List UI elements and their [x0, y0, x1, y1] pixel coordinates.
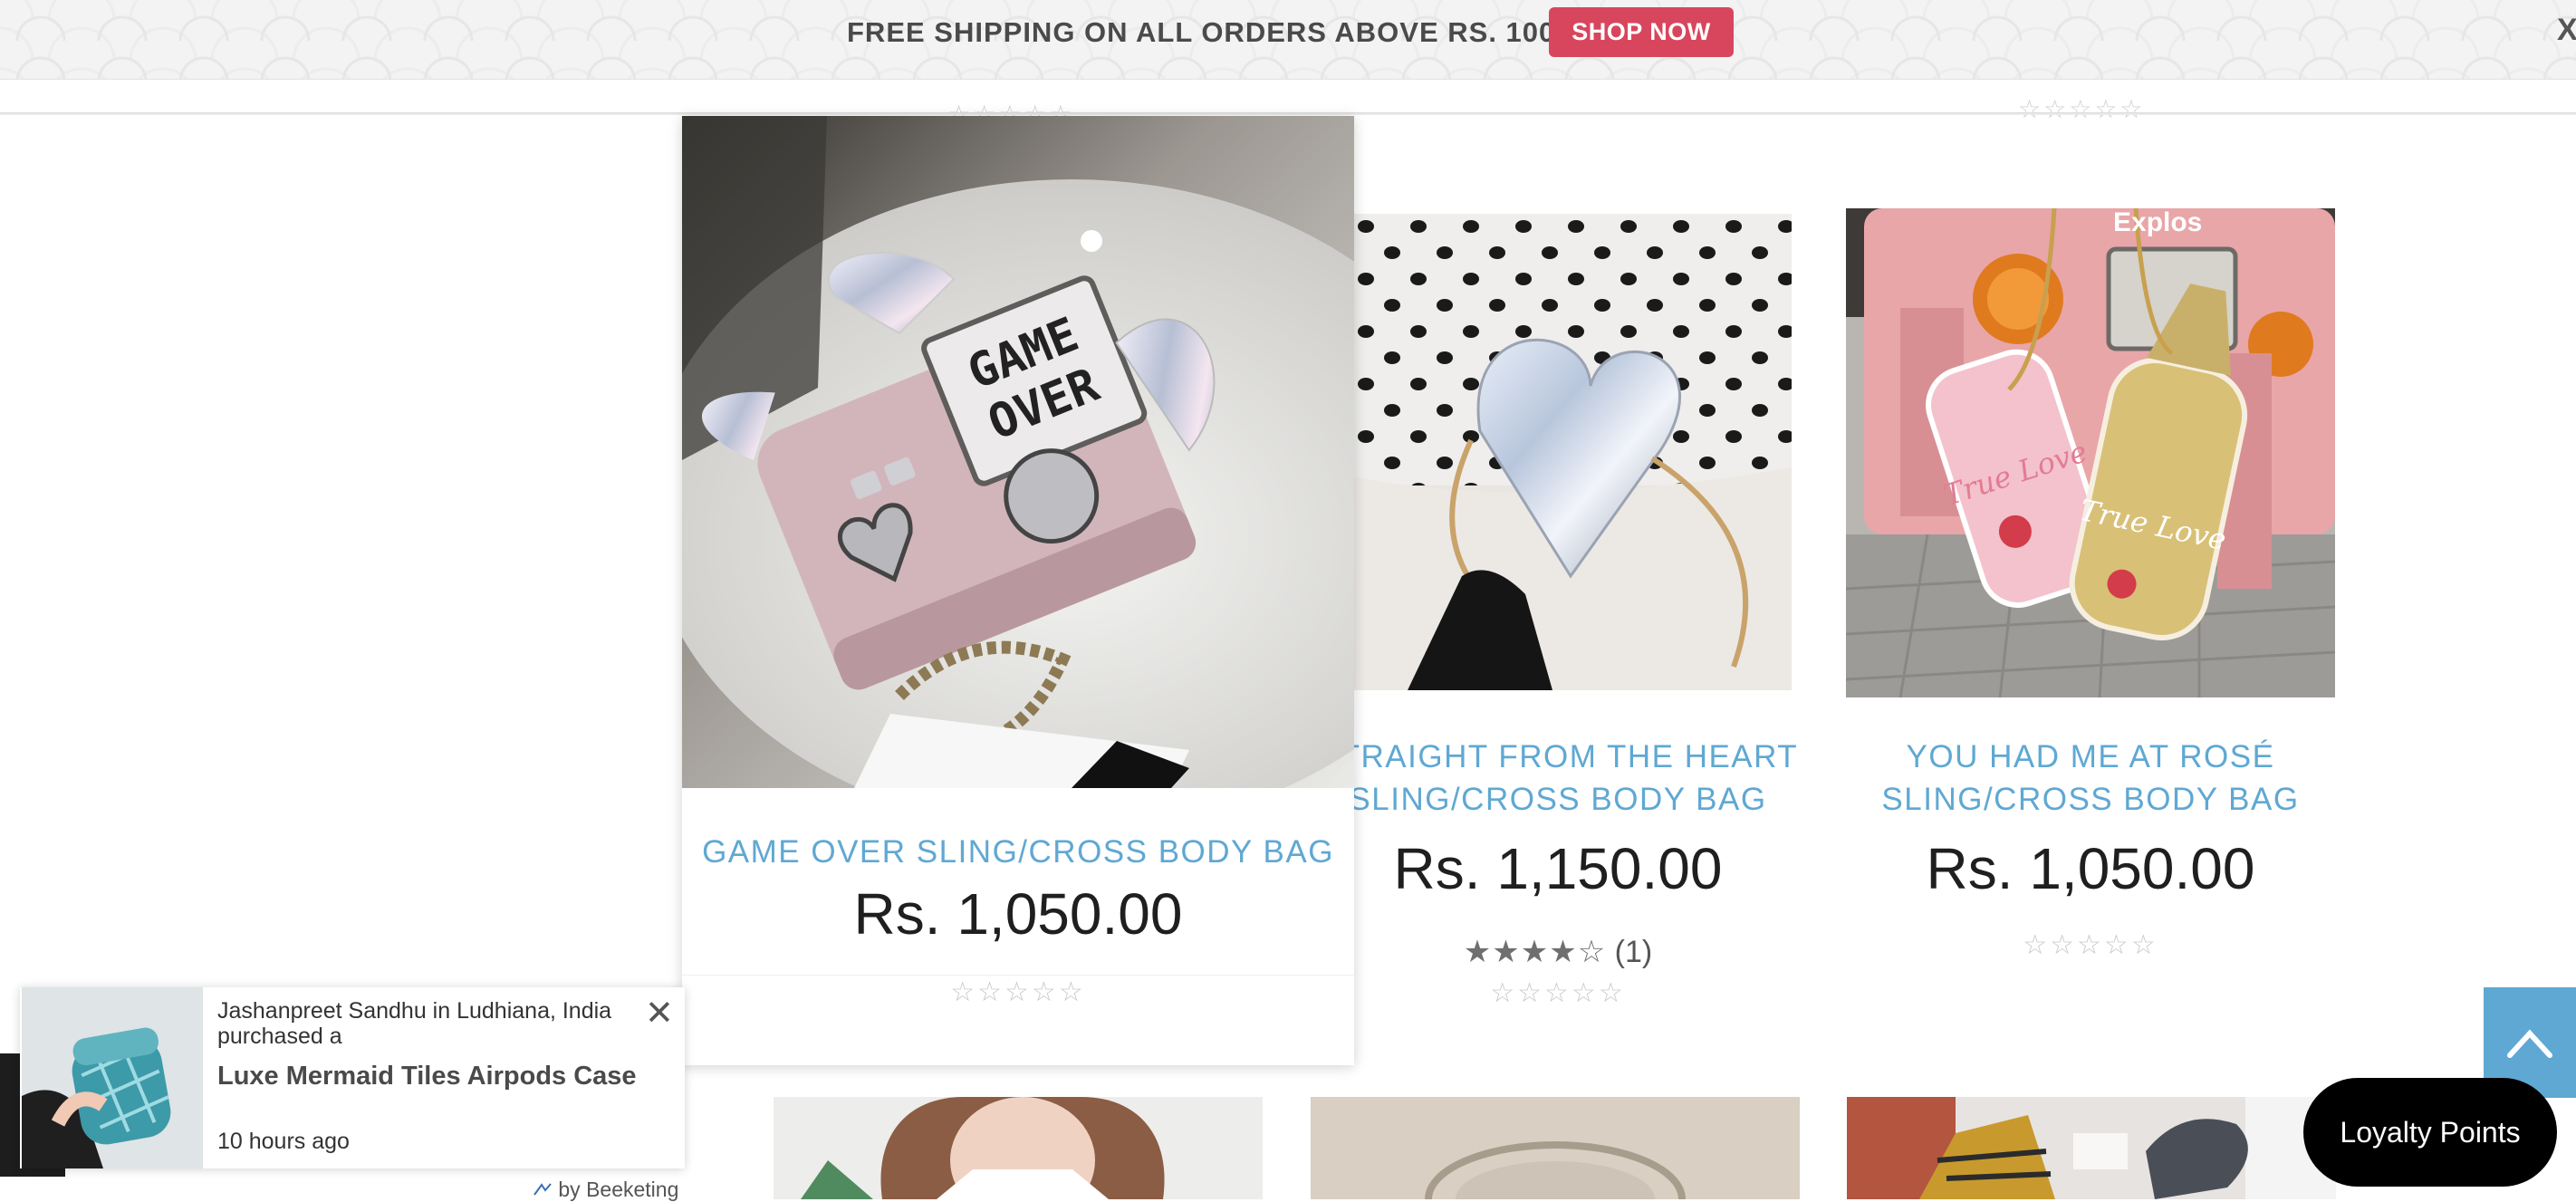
card-divider: [682, 975, 1354, 976]
svg-text:Explos: Explos: [2113, 208, 2202, 237]
product-image[interactable]: GAME OVER: [682, 116, 1354, 788]
promo-text: FREE SHIPPING ON ALL ORDERS ABOVE RS. 10…: [847, 16, 1572, 48]
product-price: Rs. 1,050.00: [853, 881, 1183, 947]
product-card[interactable]: True Love True Love Explos YOU HAD ME AT…: [1819, 208, 2362, 978]
promo-bar: FREE SHIPPING ON ALL ORDERS ABOVE RS. 10…: [0, 0, 2576, 80]
product-image[interactable]: [1847, 1097, 2336, 1199]
product-rating: ★★★★☆ (1): [1286, 934, 1830, 970]
purchase-description: Jashanpreet Sandhu in Ludhiana, India pu…: [217, 998, 612, 1049]
close-icon[interactable]: ✕: [645, 993, 674, 1034]
review-stars: ☆☆☆☆☆: [2023, 930, 2158, 960]
review-stars: ☆☆☆☆☆: [950, 977, 1086, 1007]
loyalty-points-button[interactable]: Loyalty Points: [2303, 1078, 2557, 1187]
rating-stars: ★★★★☆: [1463, 935, 1607, 969]
product-image[interactable]: True Love True Love Explos: [1846, 208, 2335, 697]
purchase-time: 10 hours ago: [217, 1129, 350, 1154]
product-title[interactable]: STRAIGHT FROM THE HEART SLING/CROSS BODY…: [1286, 736, 1830, 821]
product-card[interactable]: STRAIGHT FROM THE HEART SLING/CROSS BODY…: [1286, 214, 1830, 1011]
product-price: Rs. 1,050.00: [1926, 836, 2255, 901]
product-image[interactable]: [1311, 1097, 1800, 1199]
recent-purchase-popup[interactable]: Jashanpreet Sandhu in Ludhiana, India pu…: [20, 987, 685, 1168]
promo-close-button[interactable]: X: [2557, 13, 2576, 48]
review-stars: ☆☆☆☆☆: [1490, 978, 1626, 1008]
purchased-product-image[interactable]: [22, 987, 203, 1168]
purchased-product-link[interactable]: Luxe Mermaid Tiles Airpods Case: [217, 1062, 637, 1091]
product-title[interactable]: YOU HAD ME AT ROSÉ SLING/CROSS BODY BAG: [1819, 736, 2362, 821]
product-price: Rs. 1,150.00: [1393, 836, 1723, 901]
powered-by[interactable]: by Beeketing: [533, 1178, 678, 1202]
beeketing-logo-icon: [533, 1183, 552, 1196]
previous-row-stars: ☆☆☆☆☆: [2018, 95, 2146, 123]
product-image[interactable]: [774, 1097, 1263, 1199]
powered-by-label: by Beeketing: [558, 1178, 679, 1201]
chevron-up-icon: [2507, 1029, 2552, 1058]
product-card-hovered[interactable]: GAME OVER GAME OVER SLING/CROSS BODY BAG…: [682, 116, 1354, 1065]
rating-count: (1): [1614, 935, 1653, 969]
product-image[interactable]: [1353, 214, 1792, 690]
shop-now-button[interactable]: SHOP NOW: [1549, 7, 1734, 57]
product-title[interactable]: GAME OVER SLING/CROSS BODY BAG: [682, 831, 1354, 873]
header-divider: [0, 112, 2576, 115]
